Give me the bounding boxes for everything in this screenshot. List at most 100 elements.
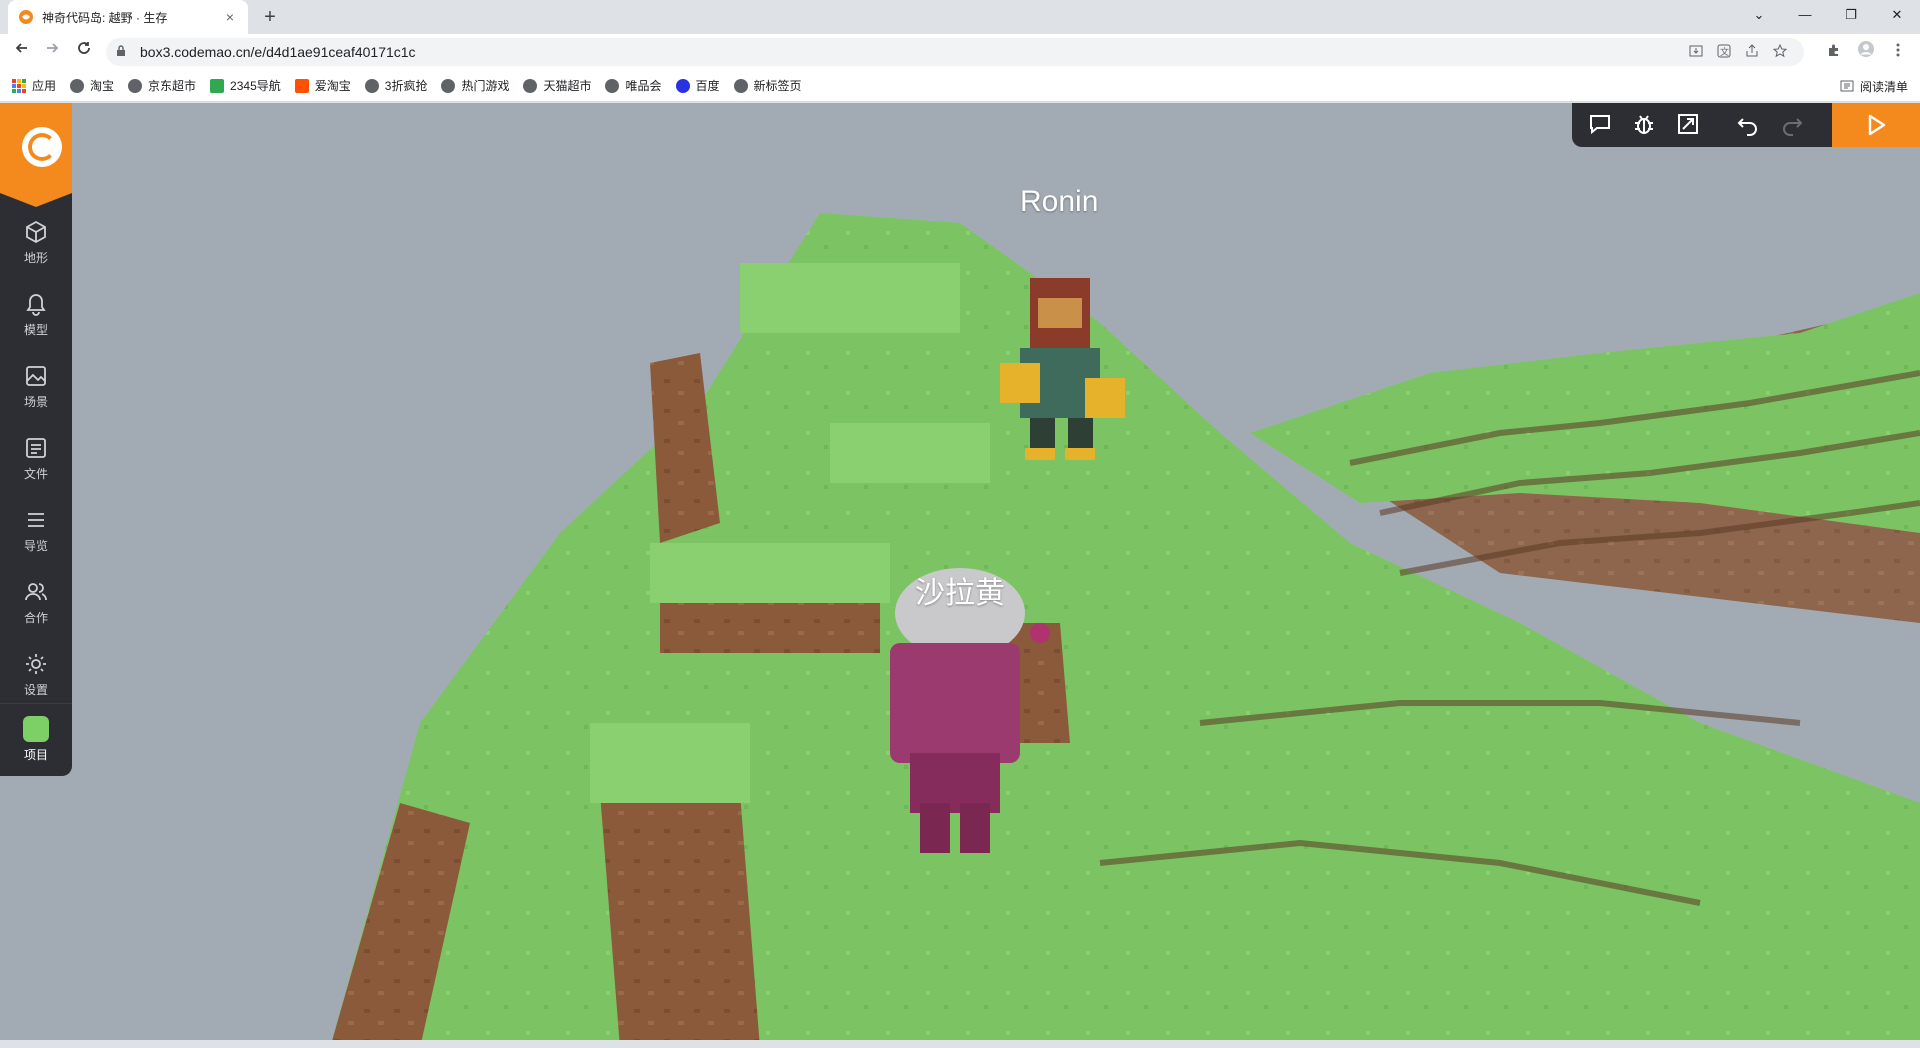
grass-ledge-4 (830, 423, 990, 483)
sidebar-item-label: 文件 (23, 467, 48, 481)
codemao-favicon-icon (19, 10, 33, 24)
globe-icon (70, 78, 85, 93)
sidebar-item-guide[interactable]: 导览 (0, 495, 72, 567)
share-icon[interactable] (1738, 43, 1766, 61)
bookmark-jd[interactable]: 京东超市 (128, 77, 196, 94)
redo-icon[interactable] (1778, 111, 1806, 139)
codemao-logo[interactable] (0, 103, 72, 193)
run-play-button[interactable] (1832, 103, 1920, 147)
sidebar-item-cooperate[interactable]: 合作 (0, 567, 72, 639)
image-icon (26, 366, 46, 386)
editor-top-toolbar (1572, 103, 1920, 147)
taobao-icon (294, 78, 309, 93)
sidebar-item-label: 合作 (23, 611, 48, 625)
bookmark-label: 热门游戏 (461, 79, 510, 93)
bookmark-taobao[interactable]: 淘宝 (70, 77, 114, 94)
bottom-status-strip (0, 1040, 1920, 1048)
globe-icon (364, 78, 379, 93)
bookmark-label: 2345导航 (230, 79, 281, 93)
bookmark-label: 唯品会 (625, 79, 662, 93)
install-app-icon[interactable] (1682, 44, 1710, 61)
back-icon[interactable] (10, 40, 34, 64)
maximize-button[interactable]: ❐ (1828, 0, 1874, 30)
file-icon (26, 438, 46, 458)
sidebar-item-project[interactable]: 项目 (0, 703, 72, 776)
users-icon (25, 583, 47, 601)
bookmark-star-icon[interactable] (1766, 43, 1794, 61)
bookmark-label: 应用 (32, 79, 57, 93)
gear-icon (26, 654, 46, 674)
center-cliff-dirt (600, 793, 760, 1048)
chat-icon[interactable] (1586, 111, 1614, 139)
upper-cliff-dirt (650, 353, 720, 543)
bookmark-3zhe[interactable]: 3折疯抢 (364, 77, 427, 94)
bookmark-vip[interactable]: 唯品会 (605, 77, 662, 94)
bookmark-tmall[interactable]: 天猫超市 (523, 77, 591, 94)
tab-title: 神奇代码岛: 越野 · 生存 (42, 10, 168, 25)
address-bar[interactable]: box3.codemao.cn/e/d4d1ae91ceaf40171c1c 文 (106, 38, 1804, 66)
globe-icon (605, 78, 620, 93)
tab-search-button[interactable]: ⌄ (1736, 0, 1782, 30)
bookmark-2345[interactable]: 2345导航 (210, 77, 281, 94)
bookmark-aitaobao[interactable]: 爱淘宝 (294, 77, 351, 94)
grass-ledge-2 (590, 723, 750, 803)
globe-icon (128, 78, 143, 93)
globe-icon (733, 78, 748, 93)
translate-icon[interactable]: 文 (1710, 44, 1738, 61)
mountain-grass-top (330, 213, 1920, 1048)
sidebar-item-label: 项目 (23, 748, 48, 762)
sidebar-item-label: 场景 (23, 395, 48, 409)
browser-menu-icon[interactable] (1886, 40, 1910, 64)
grass-ledge-3 (740, 263, 960, 333)
debug-bug-icon[interactable] (1630, 111, 1658, 139)
logo-dropdown-arrow (0, 193, 72, 207)
baidu-icon (675, 78, 690, 93)
player-name-shalahuang: 沙拉黄 (915, 577, 1005, 610)
bookmark-label: 天猫超市 (543, 79, 592, 93)
sidebar-item-file[interactable]: 文件 (0, 423, 72, 495)
sidebar-item-terrain[interactable]: 地形 (0, 207, 72, 279)
sidebar-item-label: 导览 (23, 539, 48, 553)
nav-icon (210, 78, 225, 93)
fullscreen-icon[interactable] (1674, 111, 1702, 139)
bell-icon (26, 294, 46, 316)
sidebar-item-label: 设置 (23, 683, 48, 697)
bookmark-newtab[interactable]: 新标签页 (733, 77, 802, 94)
grass-ledge-1 (650, 543, 890, 603)
sidebar-item-scene[interactable]: 场景 (0, 351, 72, 423)
sidebar-item-model[interactable]: 模型 (0, 279, 72, 351)
logo-swirl-icon (28, 133, 56, 161)
bookmark-label: 百度 (695, 79, 720, 93)
bookmark-label: 新标签页 (753, 79, 802, 93)
bookmark-label: 爱淘宝 (314, 79, 351, 93)
url-text: box3.codemao.cn/e/d4d1ae91ceaf40171c1c (140, 44, 416, 60)
browser-tabstrip: 神奇代码岛: 越野 · 生存 × + ⌄ — ❐ ✕ (0, 0, 1920, 34)
sidebar-item-settings[interactable]: 设置 (0, 639, 72, 711)
list-icon (28, 513, 44, 527)
project-thumbnail (23, 716, 49, 742)
lock-icon (116, 44, 130, 60)
tab-close-icon[interactable]: × (222, 9, 238, 25)
browser-toolbar: box3.codemao.cn/e/d4d1ae91ceaf40171c1c 文 (0, 34, 1920, 70)
globe-icon (441, 78, 456, 93)
new-tab-button[interactable]: + (258, 6, 282, 30)
minimize-button[interactable]: — (1782, 0, 1828, 30)
reload-icon[interactable] (72, 40, 96, 64)
reading-list-label: 阅读清单 (1859, 79, 1908, 94)
close-window-button[interactable]: ✕ (1874, 0, 1920, 30)
browser-tab[interactable]: 神奇代码岛: 越野 · 生存 × (8, 0, 248, 34)
reading-list-icon (1840, 80, 1854, 92)
forward-icon[interactable] (40, 40, 64, 64)
bookmark-apps[interactable]: 应用 (12, 77, 56, 94)
undo-icon[interactable] (1734, 111, 1762, 139)
game-viewport[interactable]: Ronin 沙拉黄 (0, 103, 1920, 1048)
bookmark-baidu[interactable]: 百度 (675, 77, 720, 94)
bookmark-games[interactable]: 热门游戏 (441, 77, 509, 94)
extensions-icon[interactable] (1822, 40, 1846, 64)
reading-list-button[interactable]: 阅读清单 (1840, 70, 1908, 102)
sidebar-item-label: 地形 (23, 251, 48, 265)
globe-icon (523, 78, 538, 93)
profile-avatar-icon[interactable] (1854, 40, 1878, 64)
bookmark-label: 京东超市 (148, 79, 197, 93)
apps-icon (12, 78, 26, 93)
